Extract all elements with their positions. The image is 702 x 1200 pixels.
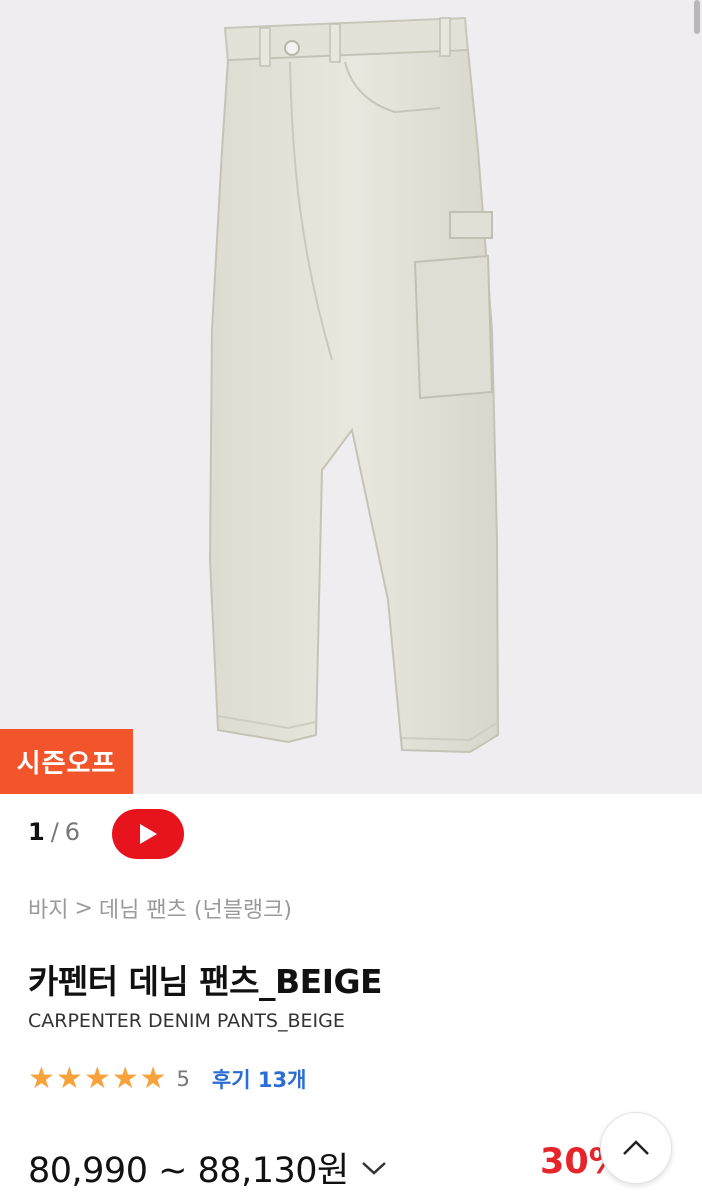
product-subtitle: CARPENTER DENIM PANTS_BEIGE [28,1010,345,1032]
price-range-text: 80,990 ~ 88,130원 [28,1151,349,1191]
product-image-pants [208,16,500,754]
star-icon: ★ [111,1061,139,1096]
pager-total: 6 [64,818,81,846]
breadcrumb-category[interactable]: 바지 [28,892,68,924]
video-play-button[interactable] [112,809,184,859]
price-range[interactable]: 80,990 ~ 88,130원 [28,1142,387,1193]
scroll-to-top-button[interactable] [600,1112,672,1184]
play-icon [140,824,157,844]
rating-score: 5 [176,1067,190,1091]
scrollbar-thumb[interactable] [694,0,700,34]
product-image-carousel[interactable]: 시즌오프 [0,0,702,794]
chevron-up-icon [623,1140,649,1155]
season-off-badge: 시즌오프 [0,729,133,794]
review-count-link[interactable]: 후기 13개 [212,1064,307,1094]
pager-separator: / [50,818,59,846]
breadcrumb-subcategory[interactable]: 데님 팬츠 (넌블랭크) [99,892,292,924]
star-icon: ★ [139,1061,167,1096]
breadcrumb-separator: > [74,895,93,921]
star-icon: ★ [55,1061,83,1096]
breadcrumb: 바지 > 데님 팬츠 (넌블랭크) [28,892,292,924]
star-icon: ★ [83,1061,111,1096]
product-title: 카펜터 데님 팬츠_BEIGE [28,962,383,1001]
chevron-down-icon[interactable] [361,1160,387,1176]
product-rating: ★ ★ ★ ★ ★ 5 후기 13개 [28,1064,306,1094]
season-off-badge-label: 시즌오프 [16,749,117,779]
image-pager: 1 / 6 [28,818,80,846]
pager-current: 1 [28,818,45,846]
star-icon: ★ [28,1061,55,1096]
rating-stars: ★ ★ ★ ★ ★ [28,1064,167,1094]
